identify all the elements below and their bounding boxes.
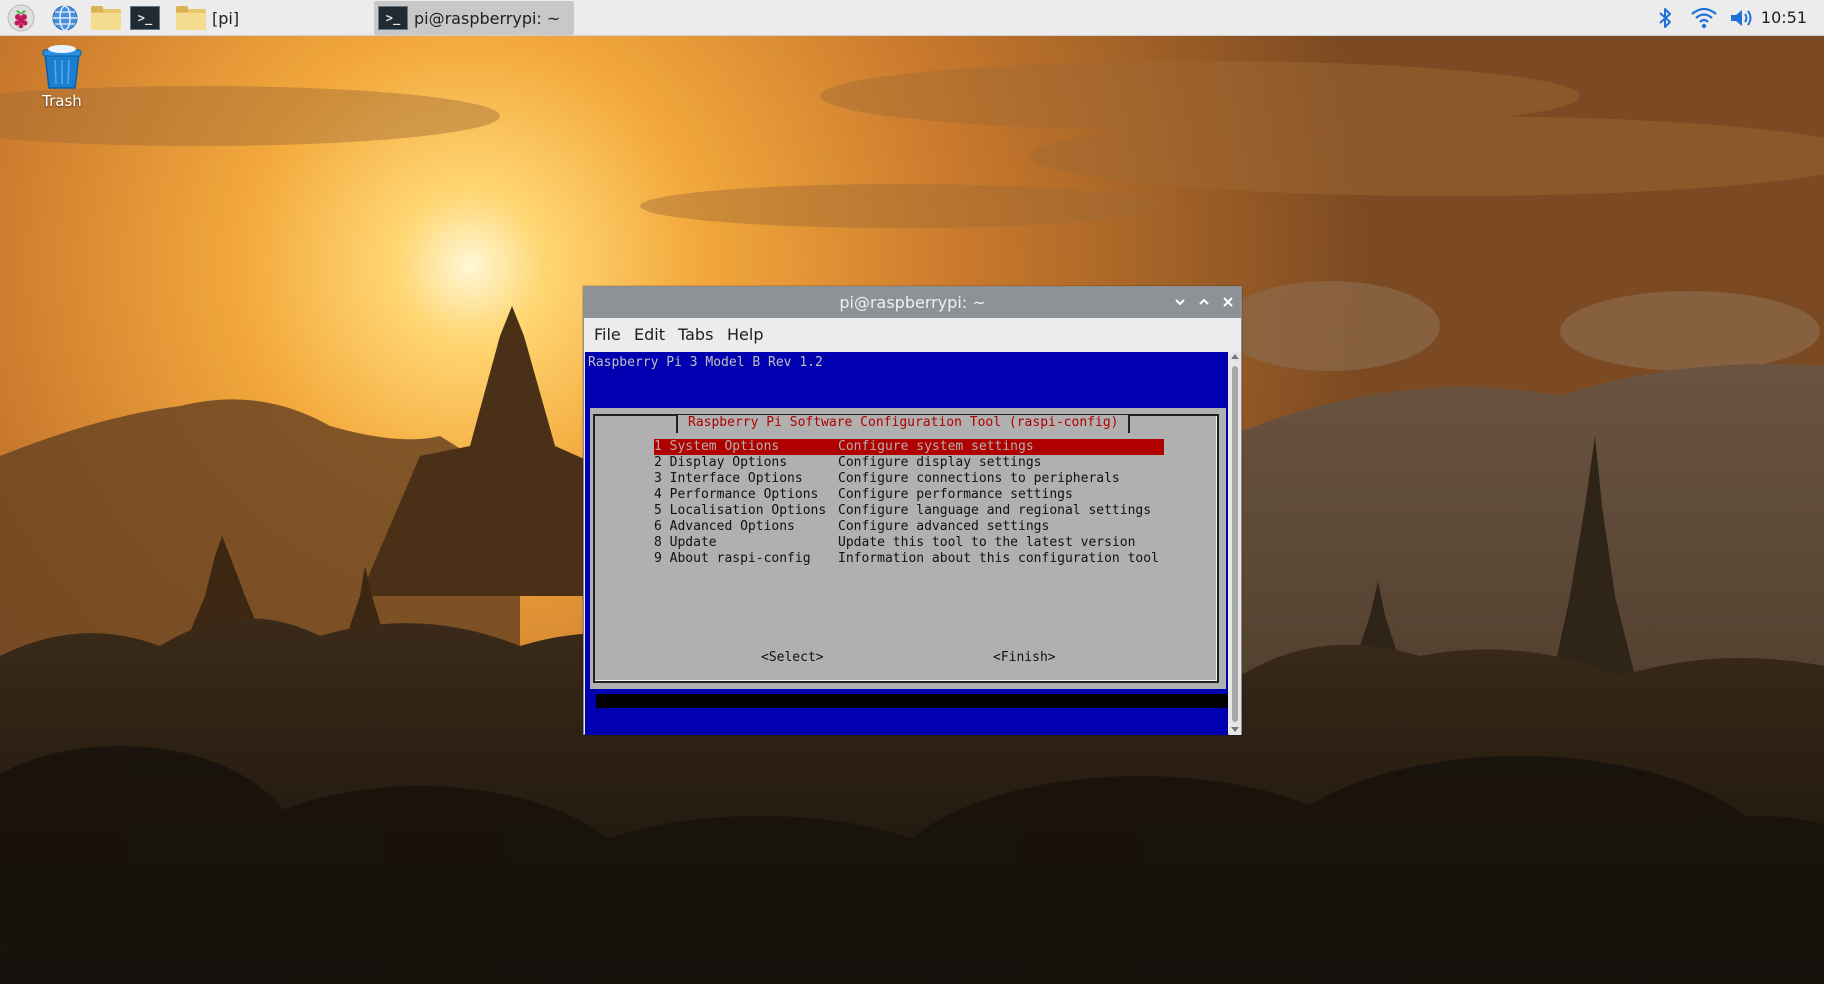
desktop-icon-trash[interactable]: Trash	[28, 44, 96, 110]
raspberry-menu-icon[interactable]	[6, 3, 36, 33]
menu-edit[interactable]: Edit	[634, 318, 665, 351]
task-label: pi@raspberrypi: ~	[414, 8, 561, 28]
clock[interactable]: 10:51	[1761, 0, 1807, 36]
menu-option-performance[interactable]: 4 Performance Options Configure performa…	[654, 487, 1164, 503]
menu-option-system[interactable]: 1 System Options Configure system settin…	[654, 439, 1164, 455]
taskbar: >_ [pi] >_ pi@raspberrypi: ~ 10:51	[0, 0, 1824, 36]
select-button[interactable]: <Select>	[761, 650, 824, 665]
finish-button[interactable]: <Finish>	[993, 650, 1056, 665]
menu-bar: File Edit Tabs Help	[584, 318, 1241, 351]
scroll-up-arrow-icon[interactable]	[1231, 354, 1239, 359]
terminal-scrollbar[interactable]	[1229, 352, 1241, 735]
bluetooth-icon[interactable]	[1655, 6, 1675, 30]
trash-label: Trash	[42, 92, 82, 110]
terminal-icon[interactable]: >_	[129, 3, 161, 33]
menu-option-interface[interactable]: 3 Interface Options Configure connection…	[654, 471, 1164, 487]
menu-file[interactable]: File	[594, 318, 621, 351]
file-manager-icon[interactable]	[90, 3, 122, 33]
terminal-cursor	[588, 694, 596, 708]
menu-option-localisation[interactable]: 5 Localisation Options Configure languag…	[654, 503, 1164, 519]
wifi-icon[interactable]	[1690, 6, 1718, 30]
window-title-bar[interactable]: pi@raspberrypi: ~	[584, 287, 1241, 318]
terminal-window[interactable]: pi@raspberrypi: ~ File Edit Tabs Help Ra…	[583, 286, 1242, 735]
menu-option-advanced[interactable]: 6 Advanced Options Configure advanced se…	[654, 519, 1164, 535]
folder-icon	[176, 6, 206, 30]
web-browser-icon[interactable]	[50, 3, 80, 33]
raspi-config-dialog: Raspberry Pi Software Configuration Tool…	[590, 408, 1226, 689]
config-menu-list: 1 System Options Configure system settin…	[654, 439, 1164, 567]
trash-icon	[28, 44, 96, 90]
taskbar-task-terminal[interactable]: >_ pi@raspberrypi: ~	[374, 1, 574, 35]
maximize-button[interactable]	[1195, 293, 1213, 311]
close-button[interactable]	[1219, 293, 1237, 311]
dialog-shadow-bar	[596, 694, 1228, 708]
scroll-thumb[interactable]	[1232, 366, 1238, 722]
device-model-text: Raspberry Pi 3 Model B Rev 1.2	[588, 355, 823, 370]
terminal-screen[interactable]: Raspberry Pi 3 Model B Rev 1.2 Raspberry…	[585, 352, 1228, 735]
volume-icon[interactable]	[1728, 6, 1756, 30]
taskbar-task-pi-folder[interactable]: [pi]	[172, 1, 368, 35]
menu-tabs[interactable]: Tabs	[678, 318, 713, 351]
window-title: pi@raspberrypi: ~	[839, 293, 986, 312]
dialog-title: Raspberry Pi Software Configuration Tool…	[676, 415, 1131, 433]
menu-option-about[interactable]: 9 About raspi-config Information about t…	[654, 551, 1164, 567]
terminal-icon: >_	[378, 6, 408, 30]
menu-help[interactable]: Help	[727, 318, 763, 351]
minimize-button[interactable]	[1171, 293, 1189, 311]
task-label: [pi]	[212, 8, 240, 28]
scroll-down-arrow-icon[interactable]	[1231, 727, 1239, 732]
menu-option-display[interactable]: 2 Display Options Configure display sett…	[654, 455, 1164, 471]
menu-option-update[interactable]: 8 Update Update this tool to the latest …	[654, 535, 1164, 551]
